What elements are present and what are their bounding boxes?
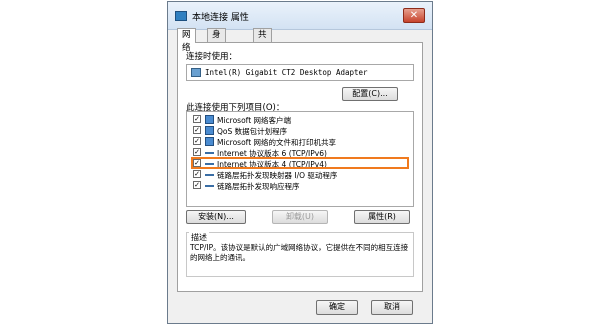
tab-authentication[interactable]: 身份验证 — [207, 28, 226, 79]
tab-sharing[interactable]: 共享 — [253, 28, 272, 53]
title-bar[interactable]: 本地连接 属性 ✕ — [168, 2, 432, 30]
checkbox[interactable]: ✓ — [193, 126, 201, 134]
connect-using-label: 连接时使用： — [186, 52, 238, 62]
item-label: 链路层拓扑发现响应程序 — [217, 182, 300, 191]
network-client-icon — [205, 115, 214, 124]
close-button[interactable]: ✕ — [403, 8, 425, 23]
uninstall-button[interactable]: 卸载(U) — [272, 210, 328, 224]
checkbox[interactable]: ✓ — [193, 137, 201, 145]
window-title: 本地连接 属性 — [192, 13, 249, 23]
description-title: 描述 — [189, 232, 209, 243]
ipv4-highlight-box — [191, 157, 409, 169]
network-connection-icon — [175, 11, 187, 21]
properties-dialog: 本地连接 属性 ✕ 网络 身份验证 共享 连接时使用： Intel(R) Gig… — [167, 1, 433, 324]
network-tab-panel: 连接时使用： Intel(R) Gigabit CT2 Desktop Adap… — [177, 42, 423, 292]
cancel-button[interactable]: 取消 — [371, 300, 413, 315]
network-adapter-icon — [191, 68, 201, 77]
ok-button[interactable]: 确定 — [316, 300, 358, 315]
connection-items-list[interactable]: ✓ Microsoft 网络客户端 ✓ QoS 数据包计划程序 ✓ Micros… — [186, 111, 414, 207]
qos-icon — [205, 126, 214, 135]
adapter-field: Intel(R) Gigabit CT2 Desktop Adapter — [186, 64, 414, 81]
protocol-icon — [205, 181, 214, 187]
adapter-name: Intel(R) Gigabit CT2 Desktop Adapter — [205, 68, 368, 77]
description-group: 描述 TCP/IP。该协议是默认的广域网络协议，它提供在不同的相互连接的网络上的… — [186, 232, 414, 277]
protocol-icon — [205, 170, 214, 176]
tab-network[interactable]: 网络 — [177, 28, 196, 53]
protocol-icon — [205, 148, 214, 154]
checkbox[interactable]: ✓ — [193, 148, 201, 156]
properties-button[interactable]: 属性(R) — [354, 210, 410, 224]
description-text: TCP/IP。该协议是默认的广域网络协议，它提供在不同的相互连接的网络上的通讯。 — [190, 243, 409, 262]
list-item[interactable]: ✓ 链路层拓扑发现响应程序 — [187, 180, 413, 192]
checkbox[interactable]: ✓ — [193, 170, 201, 178]
install-button[interactable]: 安装(N)... — [186, 210, 246, 224]
checkbox[interactable]: ✓ — [193, 115, 201, 123]
checkbox[interactable]: ✓ — [193, 181, 201, 189]
configure-button[interactable]: 配置(C)... — [342, 87, 398, 101]
file-printer-share-icon — [205, 137, 214, 146]
